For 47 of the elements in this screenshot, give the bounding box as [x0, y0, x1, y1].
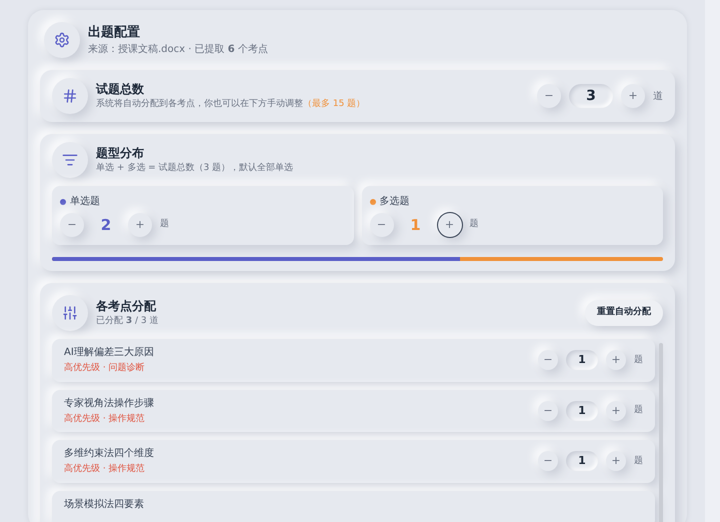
- unit-label: 题: [470, 218, 478, 232]
- decrement-button[interactable]: −: [370, 213, 394, 237]
- page-title: 出题配置: [88, 24, 141, 42]
- decrement-button[interactable]: −: [538, 451, 558, 472]
- settings-icon: [54, 32, 70, 48]
- decrement-button[interactable]: −: [60, 213, 84, 237]
- decrement-button[interactable]: −: [538, 350, 558, 370]
- hash-icon: [62, 88, 78, 104]
- type-count: 1: [409, 214, 422, 236]
- unit-label: 题: [634, 454, 643, 468]
- point-tags: 高优先级 · 操作规范: [64, 463, 530, 476]
- increment-button[interactable]: +: [128, 213, 152, 237]
- section-title: 各考点分配: [96, 298, 157, 316]
- count-field[interactable]: 1: [566, 400, 598, 421]
- allocation-summary: 已分配 3 / 3 道: [96, 315, 160, 328]
- section-description: 系统将自动分配到各考点，你也可以在下方手动调整: [96, 98, 303, 112]
- increment-button[interactable]: +: [606, 400, 626, 421]
- sliders-icon: [62, 305, 78, 321]
- count-field[interactable]: 1: [566, 350, 598, 370]
- source-info: 来源：授课文稿.docx · 已提取 6 个考点: [88, 42, 268, 58]
- increment-button[interactable]: +: [621, 84, 645, 108]
- unit-label: 题: [634, 354, 643, 366]
- point-tags: 高优先级 · 操作规范: [64, 412, 530, 426]
- increment-button[interactable]: +: [606, 350, 626, 370]
- unit-label: 道: [653, 90, 663, 104]
- total-field[interactable]: 3: [569, 84, 613, 108]
- type-count: 2: [100, 214, 112, 236]
- filter-icon: [62, 152, 78, 168]
- point-name: 专家视角法操作步骤: [64, 396, 155, 410]
- unit-label: 题: [634, 404, 643, 417]
- unit-label: 题: [160, 218, 169, 232]
- reset-button[interactable]: 重置自动分配: [585, 300, 663, 326]
- section-title: 试题总数: [96, 81, 145, 98]
- decrement-button[interactable]: −: [537, 84, 561, 108]
- decrement-button[interactable]: −: [538, 400, 558, 421]
- count-field[interactable]: 1: [566, 451, 598, 472]
- section-description: 单选 + 多选 = 试题总数（3 题），默认全部单选: [96, 162, 294, 176]
- point-name: 场景模拟法四要素: [64, 498, 145, 512]
- limit-note: （最多 15 题）: [303, 98, 366, 112]
- section-title: 题型分布: [96, 145, 145, 162]
- point-tags: 高优先级 · 问题诊断: [64, 362, 530, 376]
- increment-button[interactable]: +: [438, 213, 462, 237]
- type-label: 多选题: [380, 194, 410, 209]
- increment-button[interactable]: +: [606, 451, 626, 472]
- type-label: 单选题: [70, 194, 100, 209]
- point-name: AI理解偏差三大原因: [64, 346, 155, 360]
- point-name: 多维约束法四个维度: [64, 446, 155, 461]
